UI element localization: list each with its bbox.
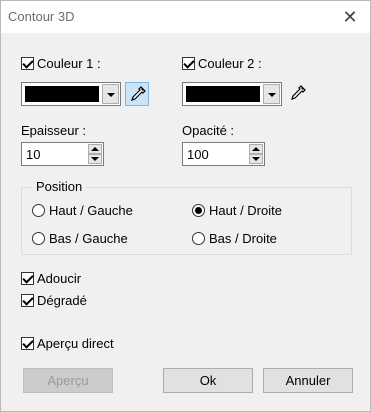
opacity-label: Opacité : xyxy=(182,123,235,138)
thickness-stepper[interactable]: 10 xyxy=(21,142,104,166)
opacity-up-button[interactable] xyxy=(249,144,263,154)
eyedropper-icon xyxy=(131,86,146,101)
color2-swatch xyxy=(186,86,260,102)
radio-bottom-right-label: Bas / Droite xyxy=(209,231,277,246)
radio-top-right-label: Haut / Droite xyxy=(209,203,282,218)
chevron-down-icon[interactable] xyxy=(102,84,119,104)
live-preview-checkbox[interactable]: Aperçu direct xyxy=(21,336,114,351)
cancel-button[interactable]: Annuler xyxy=(263,368,353,393)
radio-bottom-left-label: Bas / Gauche xyxy=(49,231,128,246)
radio-top-right-circle[interactable] xyxy=(192,204,205,217)
radio-bottom-right[interactable]: Bas / Droite xyxy=(192,231,277,246)
window-title: Contour 3D xyxy=(8,9,75,24)
radio-bottom-left-circle[interactable] xyxy=(32,232,45,245)
opacity-down-button[interactable] xyxy=(249,154,263,164)
color1-eyedropper-button[interactable] xyxy=(125,82,149,106)
eyedropper-icon xyxy=(291,85,306,100)
gradient-checkbox[interactable]: Dégradé xyxy=(21,293,87,308)
close-icon[interactable]: ✕ xyxy=(338,5,362,29)
smooth-checkbox-box[interactable] xyxy=(21,272,34,285)
radio-top-left[interactable]: Haut / Gauche xyxy=(32,203,133,218)
radio-top-left-label: Haut / Gauche xyxy=(49,203,133,218)
color2-label: Couleur 2 : xyxy=(198,56,262,71)
gradient-checkbox-box[interactable] xyxy=(21,294,34,307)
color2-checkbox[interactable]: Couleur 2 : xyxy=(182,56,262,71)
gradient-label: Dégradé xyxy=(37,293,87,308)
color1-select[interactable] xyxy=(21,82,121,106)
color1-checkbox[interactable]: Couleur 1 : xyxy=(21,56,101,71)
opacity-value[interactable]: 100 xyxy=(187,147,209,162)
color1-checkbox-box[interactable] xyxy=(21,57,34,70)
thickness-value[interactable]: 10 xyxy=(26,147,40,162)
position-legend: Position xyxy=(33,179,86,194)
preview-button[interactable]: Aperçu xyxy=(23,368,113,393)
live-preview-label: Aperçu direct xyxy=(37,336,114,351)
opacity-stepper[interactable]: 100 xyxy=(182,142,265,166)
ok-button[interactable]: Ok xyxy=(163,368,253,393)
color2-select[interactable] xyxy=(182,82,282,106)
thickness-label: Epaisseur : xyxy=(21,123,87,138)
radio-top-left-circle[interactable] xyxy=(32,204,45,217)
smooth-checkbox[interactable]: Adoucir xyxy=(21,271,81,286)
color2-checkbox-box[interactable] xyxy=(182,57,195,70)
title-bar: Contour 3D ✕ xyxy=(1,1,370,33)
radio-bottom-left[interactable]: Bas / Gauche xyxy=(32,231,128,246)
chevron-down-icon[interactable] xyxy=(263,84,280,104)
color1-label: Couleur 1 : xyxy=(37,56,101,71)
smooth-label: Adoucir xyxy=(37,271,82,286)
live-preview-checkbox-box[interactable] xyxy=(21,337,34,350)
radio-top-right[interactable]: Haut / Droite xyxy=(192,203,282,218)
color1-swatch xyxy=(25,86,99,102)
contour-3d-dialog: Contour 3D ✕ Couleur 1 : Couleur 2 : Epa… xyxy=(0,0,371,412)
radio-bottom-right-circle[interactable] xyxy=(192,232,205,245)
color2-eyedropper-button[interactable] xyxy=(286,82,310,106)
thickness-down-button[interactable] xyxy=(88,154,102,164)
thickness-up-button[interactable] xyxy=(88,144,102,154)
